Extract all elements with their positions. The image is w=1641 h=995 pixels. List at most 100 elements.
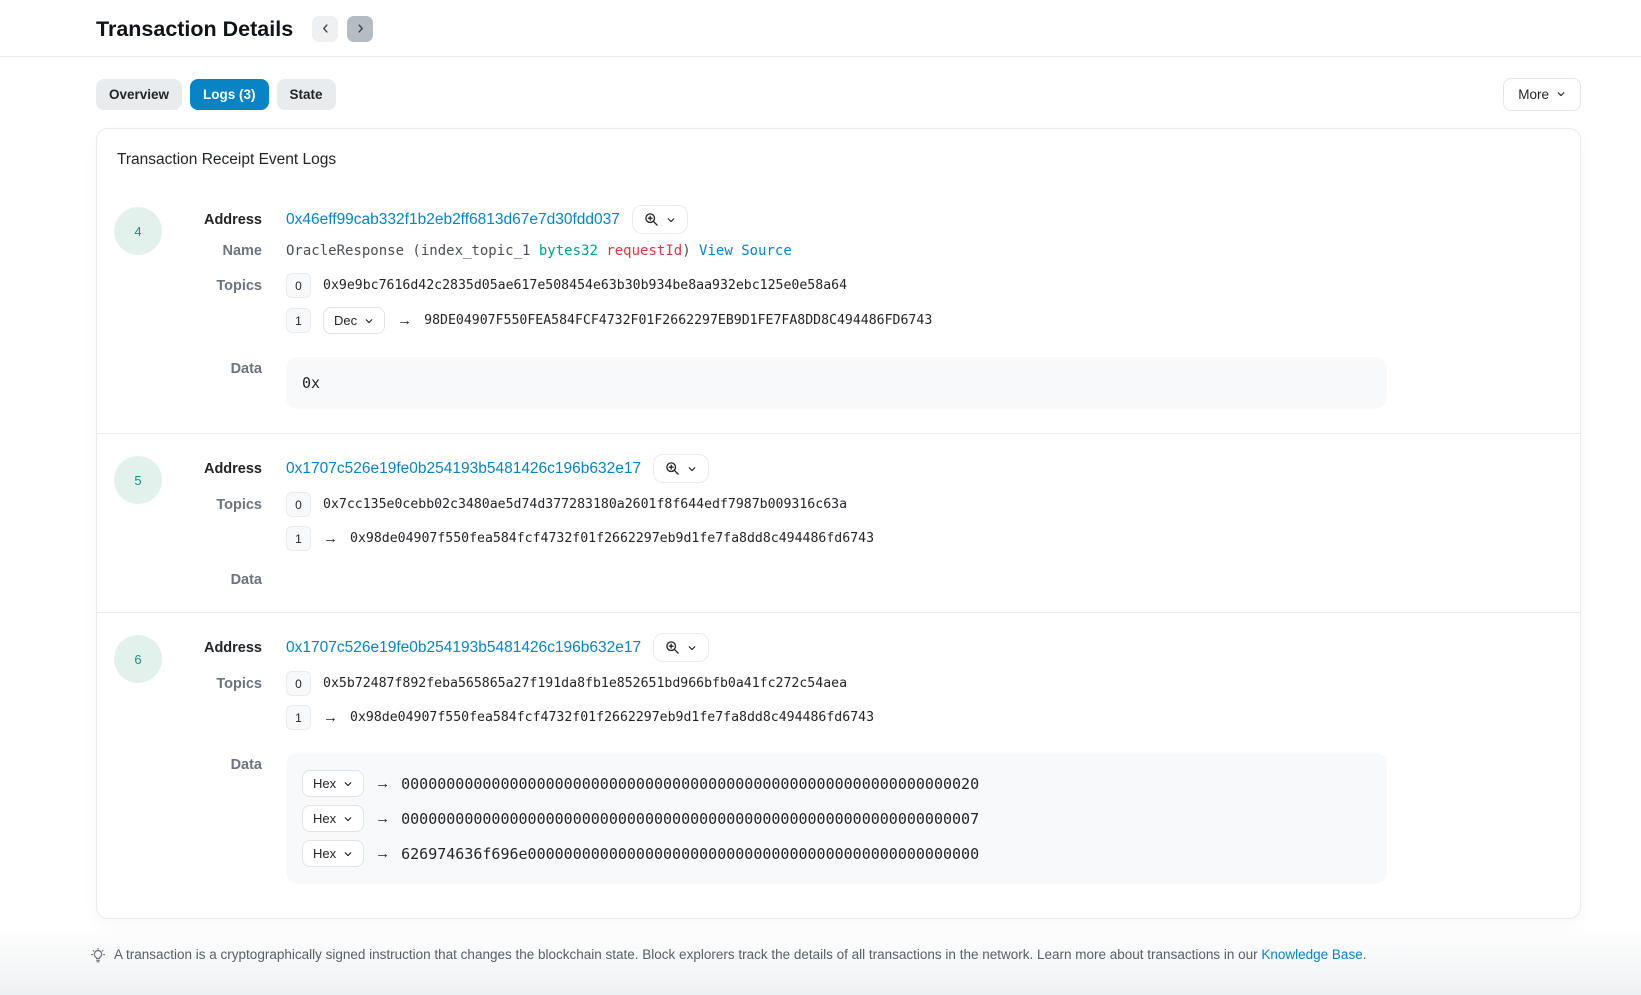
topic-line: 0 0x9e9bc7616d42c2835d05ae617e508454e63b3… bbox=[286, 273, 1500, 298]
page-title: Transaction Details bbox=[96, 17, 293, 42]
log-index-badge: 6 bbox=[114, 635, 162, 683]
log-row-data: Data Hex → 00000000000000000000000000000000… bbox=[162, 739, 1500, 884]
header-divider bbox=[0, 56, 1641, 57]
arrow-right-icon: → bbox=[323, 531, 338, 546]
log-row-address: Address 0x1707c526e19fe0b254193b5481426c1… bbox=[162, 454, 1500, 483]
topic-index-badge: 0 bbox=[286, 671, 311, 696]
data-value: 0000000000000000000000000000000000000000… bbox=[401, 775, 979, 793]
tab-overview[interactable]: Overview bbox=[96, 79, 182, 110]
name-label: Name bbox=[162, 243, 262, 259]
footer-text: A transaction is a cryptographically sig… bbox=[114, 947, 1366, 962]
arrow-right-icon: → bbox=[397, 313, 412, 328]
topic-index-badge: 1 bbox=[286, 526, 311, 551]
data-box: 0x bbox=[286, 357, 1387, 409]
chevron-right-icon bbox=[355, 22, 366, 37]
chevron-down-icon bbox=[687, 643, 697, 653]
arrow-right-icon: → bbox=[375, 846, 390, 861]
log-rows: Address 0x46eff99cab332f1b2eb2ff6813d67e7… bbox=[162, 205, 1500, 409]
prev-transaction-button[interactable] bbox=[312, 16, 338, 42]
zoom-plus-icon bbox=[665, 461, 680, 476]
topic-line: 0 0x5b72487f892feba565865a27f191da8fb1e85… bbox=[286, 671, 1500, 696]
log-row-address: Address 0x1707c526e19fe0b254193b5481426c1… bbox=[162, 633, 1500, 662]
topic-value: 0x98de04907f550fea584fcf4732f01f2662297e… bbox=[350, 531, 874, 546]
address-label: Address bbox=[162, 640, 262, 656]
address-link[interactable]: 0x1707c526e19fe0b254193b5481426c196b632e… bbox=[286, 639, 641, 657]
address-filter-button[interactable] bbox=[653, 454, 709, 483]
more-button[interactable]: More bbox=[1503, 78, 1581, 111]
chevron-down-icon bbox=[666, 215, 676, 225]
topic-value: 0x5b72487f892feba565865a27f191da8fb1e852… bbox=[323, 676, 847, 691]
log-rows: Address 0x1707c526e19fe0b254193b5481426c1… bbox=[162, 633, 1500, 884]
footer-text-body: A transaction is a cryptographically sig… bbox=[114, 947, 1261, 962]
topic-encoding-select[interactable]: Dec bbox=[323, 307, 385, 334]
dropdown-label: Hex bbox=[313, 811, 336, 826]
address-value-group: 0x46eff99cab332f1b2eb2ff6813d67e7d30fdd0… bbox=[286, 205, 1500, 234]
data-content: 0x bbox=[286, 343, 1500, 409]
address-link[interactable]: 0x46eff99cab332f1b2eb2ff6813d67e7d30fdd0… bbox=[286, 211, 620, 229]
arrow-right-icon: → bbox=[375, 811, 390, 826]
log-row-topic: 1→0x98de04907f550fea584fcf4732f01f266229… bbox=[162, 705, 1500, 730]
arrow-right-icon: → bbox=[375, 776, 390, 791]
event-name-token: OracleResponse (index_topic_1 bbox=[286, 243, 539, 259]
lightbulb-icon bbox=[90, 947, 106, 967]
data-label: Data bbox=[162, 757, 262, 773]
event-name: OracleResponse (index_topic_1 bytes32 re… bbox=[286, 243, 1500, 259]
footer-text-suffix: . bbox=[1363, 947, 1367, 962]
log-row-data: Data 0x bbox=[162, 343, 1500, 409]
event-logs-card: Transaction Receipt Event Logs 4Address0… bbox=[96, 128, 1581, 919]
view-source-link[interactable]: View Source bbox=[699, 243, 792, 259]
topic-line: 00x7cc135e0cebb02c3480ae5d74d377283180a2… bbox=[286, 492, 1500, 517]
log-row-topic: Topics 0 0x5b72487f892feba565865a27f191da8… bbox=[162, 671, 1500, 696]
topic-value: 0x9e9bc7616d42c2835d05ae617e508454e63b30… bbox=[323, 278, 847, 293]
log-row-topic: 1 → 0x98de04907f550fea584fcf4732f01f266229… bbox=[162, 526, 1500, 551]
dropdown-label: Hex bbox=[313, 846, 336, 861]
data-value: 0x bbox=[302, 374, 320, 392]
topic-line: 1Dec→98DE04907F550FEA584FCF4732F01F26622… bbox=[286, 307, 1500, 334]
log-row-name: Name OracleResponse (index_topic_1 bytes3… bbox=[162, 243, 1500, 259]
data-encoding-select[interactable]: Hex bbox=[302, 840, 364, 867]
address-value-group: 0x1707c526e19fe0b254193b5481426c196b632e… bbox=[286, 633, 1500, 662]
data-encoding-select[interactable]: Hex bbox=[302, 770, 364, 797]
data-label: Data bbox=[162, 361, 262, 377]
log-row-address: Address 0x46eff99cab332f1b2eb2ff6813d67e7… bbox=[162, 205, 1500, 234]
topic-index-badge: 0 bbox=[286, 273, 311, 298]
address-filter-button[interactable] bbox=[632, 205, 688, 234]
data-line: Hex → 000000000000000000000000000000000000… bbox=[302, 770, 1371, 797]
chevron-left-icon bbox=[320, 22, 331, 37]
data-box: Hex → 000000000000000000000000000000000000… bbox=[286, 753, 1387, 884]
topic-value: 98DE04907F550FEA584FCF4732F01F2662297EB9… bbox=[424, 313, 932, 328]
event-name-token: requestId bbox=[606, 243, 682, 259]
topic-line: 1 → 0x98de04907f550fea584fcf4732f01f266229… bbox=[286, 526, 1500, 551]
log-row-topic: 1Dec→98DE04907F550FEA584FCF4732F01F26622… bbox=[162, 307, 1500, 334]
event-name-token: ) bbox=[682, 243, 699, 259]
log-index-badge: 5 bbox=[114, 456, 162, 504]
page-header: Transaction Details bbox=[0, 0, 1641, 56]
topic-line: 1→0x98de04907f550fea584fcf4732f01f266229… bbox=[286, 705, 1500, 730]
topics-label: Topics bbox=[162, 278, 262, 294]
address-filter-button[interactable] bbox=[653, 633, 709, 662]
tabs-row: Overview Logs (3) State More bbox=[96, 78, 1581, 111]
data-line: Hex→000000000000000000000000000000000000… bbox=[302, 805, 1371, 832]
zoom-plus-icon bbox=[644, 212, 659, 227]
more-button-label: More bbox=[1518, 87, 1549, 102]
dropdown-label: Hex bbox=[313, 776, 336, 791]
tab-state[interactable]: State bbox=[277, 79, 336, 110]
tab-logs-3[interactable]: Logs (3) bbox=[190, 79, 269, 110]
topics-label: Topics bbox=[162, 676, 262, 692]
chevron-down-icon bbox=[343, 779, 353, 789]
data-line: 0x bbox=[302, 374, 1371, 392]
topic-value: 0x7cc135e0cebb02c3480ae5d74d377283180a26… bbox=[323, 497, 847, 512]
data-encoding-select[interactable]: Hex bbox=[302, 805, 364, 832]
next-transaction-button[interactable] bbox=[347, 16, 373, 42]
log-index-badge: 4 bbox=[114, 207, 162, 255]
address-label: Address bbox=[162, 461, 262, 477]
topics-label: Topics bbox=[162, 497, 262, 513]
arrow-right-icon: → bbox=[323, 710, 338, 725]
knowledge-base-link[interactable]: Knowledge Base bbox=[1261, 947, 1362, 962]
log-row-topic: Topics 00x7cc135e0cebb02c3480ae5d74d37728… bbox=[162, 492, 1500, 517]
log-row-data: Data bbox=[162, 560, 1500, 588]
address-link[interactable]: 0x1707c526e19fe0b254193b5481426c196b632e… bbox=[286, 460, 641, 478]
dropdown-label: Dec bbox=[334, 313, 357, 328]
data-line: Hex→626974636f696e0000000000000000000000… bbox=[302, 840, 1371, 867]
address-label: Address bbox=[162, 212, 262, 228]
